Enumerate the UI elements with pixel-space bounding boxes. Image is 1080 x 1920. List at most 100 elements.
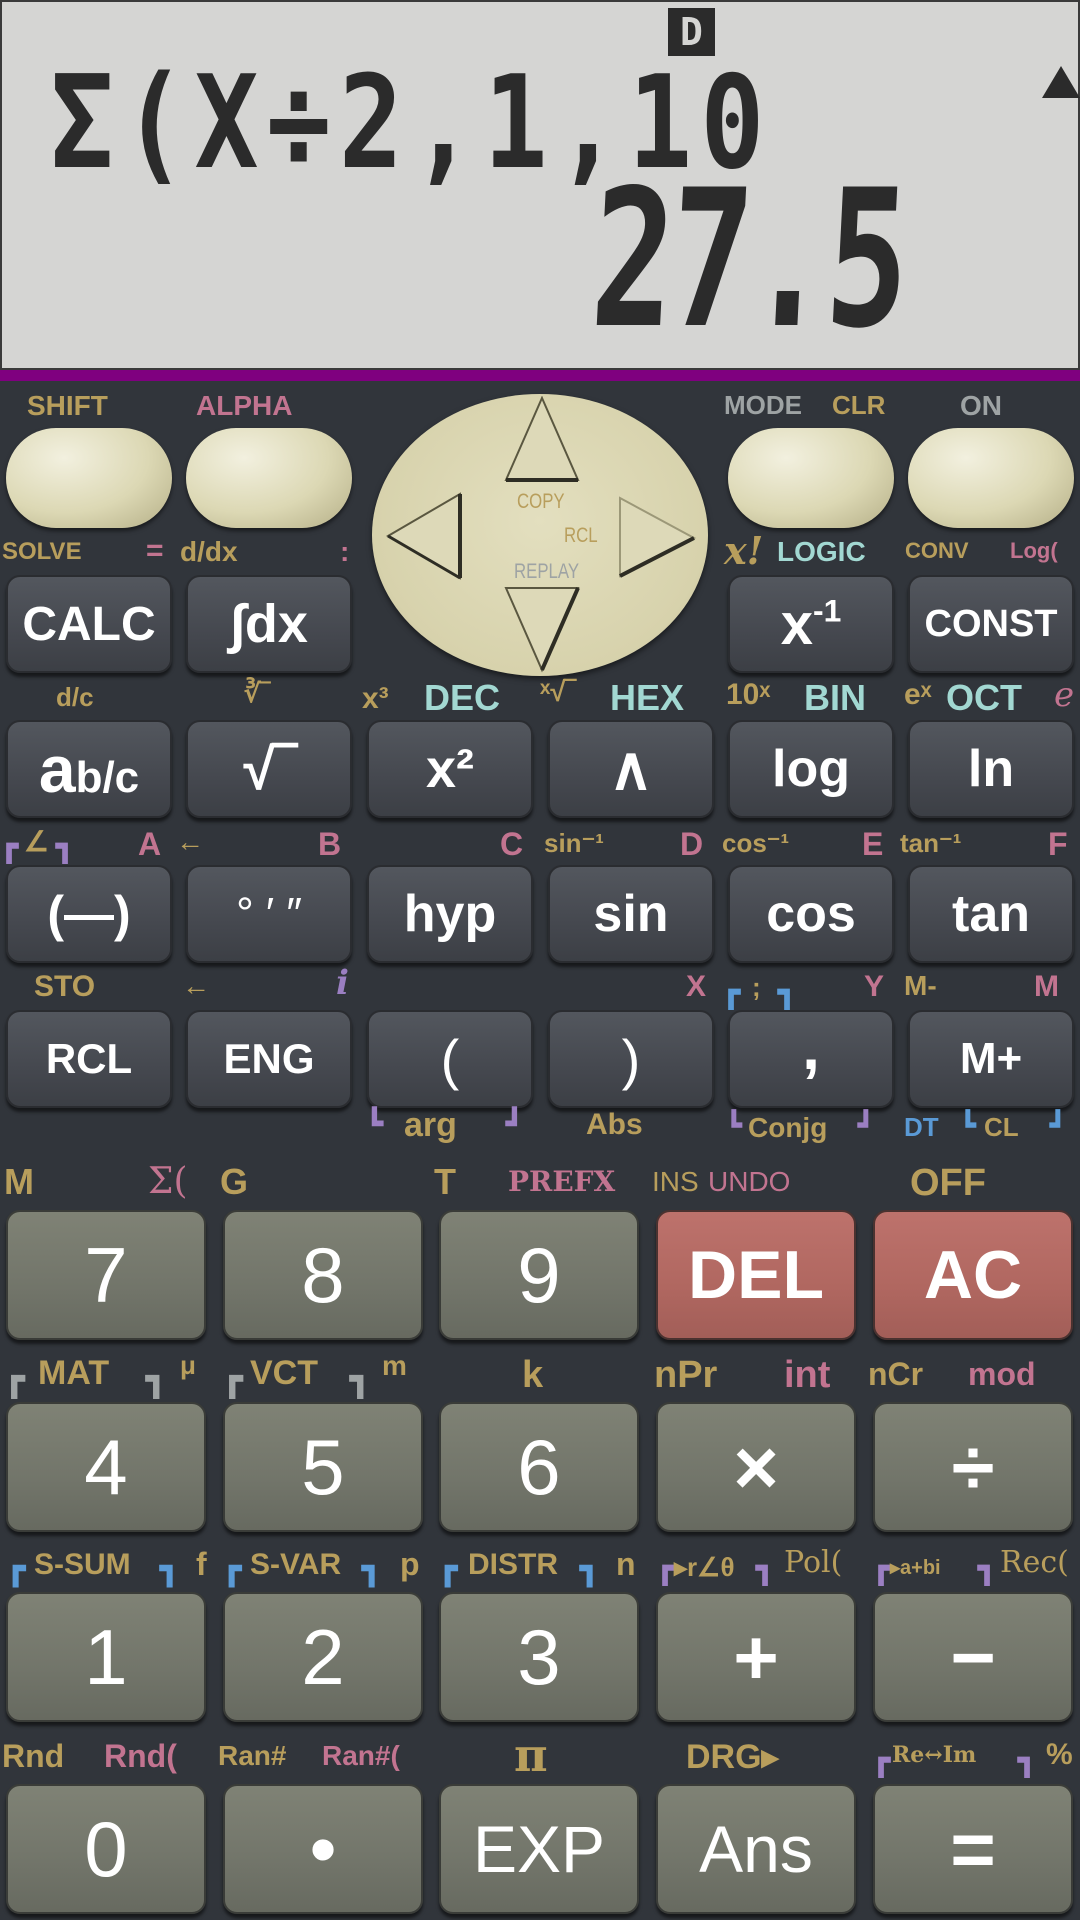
down-arrow-button[interactable] xyxy=(502,584,582,674)
asin-label: sin⁻¹ xyxy=(544,828,604,858)
square-button[interactable]: x² xyxy=(367,720,533,818)
left-paren-button[interactable]: ( xyxy=(367,1010,533,1108)
eng-button[interactable]: ENG xyxy=(186,1010,352,1108)
ten-power-label: 10ˣ xyxy=(726,678,771,711)
var-x-label: X xyxy=(686,970,707,1003)
imaginary-label: i xyxy=(336,963,349,1003)
int-label: int xyxy=(784,1354,831,1396)
replay-dpad: COPY RCL REPLAY xyxy=(372,394,708,676)
rcl-button[interactable]: RCL xyxy=(6,1010,172,1108)
delete-button[interactable]: DEL xyxy=(656,1210,856,1340)
digit-2-label: 2 xyxy=(301,1612,345,1701)
reim-bracket-right: ┓ xyxy=(1018,1744,1037,1777)
ln-button[interactable]: ln xyxy=(908,720,1074,818)
var-b-label: B xyxy=(318,826,342,862)
degrees-minutes-seconds-button[interactable]: ° ′ ″ xyxy=(186,865,352,963)
left-arrow-button[interactable] xyxy=(384,490,464,582)
pico-label: p xyxy=(400,1546,420,1582)
conv-label: CONV xyxy=(905,538,969,563)
digit-5-button[interactable]: 5 xyxy=(223,1402,423,1532)
cl-bracket-right: ┛ xyxy=(1050,1110,1066,1140)
conjg-bracket-right: ┛ xyxy=(858,1110,874,1140)
rec-label: Rec( xyxy=(1000,1545,1069,1580)
decimal-point-label: • xyxy=(309,1804,337,1893)
digit-8-button[interactable]: 8 xyxy=(223,1210,423,1340)
angle-bracket-left: ┏ xyxy=(0,830,19,863)
semicolon-bracket-right: ┓ xyxy=(778,976,797,1009)
copy-label: COPY xyxy=(517,490,565,513)
right-arrow-button[interactable] xyxy=(616,494,698,580)
alpha-button[interactable] xyxy=(186,428,352,528)
mode-label: MODE xyxy=(724,390,802,420)
power-button[interactable]: ∧ xyxy=(548,720,714,818)
micro-label: μ xyxy=(180,1350,196,1380)
equals-button[interactable]: = xyxy=(873,1784,1073,1914)
digit-6-button[interactable]: 6 xyxy=(439,1402,639,1532)
drg-label: DRG▸ xyxy=(686,1738,779,1776)
sin-button[interactable]: sin xyxy=(548,865,714,963)
inverse-button[interactable]: x-1 xyxy=(728,575,894,673)
on-label: ON xyxy=(960,390,1002,421)
shift-button[interactable] xyxy=(6,428,172,528)
digit-9-button[interactable]: 9 xyxy=(439,1210,639,1340)
up-arrow-button[interactable] xyxy=(502,396,582,484)
right-paren-button[interactable]: ) xyxy=(548,1010,714,1108)
plus-button[interactable]: + xyxy=(656,1592,856,1722)
multiply-button[interactable]: × xyxy=(656,1402,856,1532)
digit-0-label: 0 xyxy=(84,1804,128,1893)
mat-bracket-left: ┏ xyxy=(4,1360,25,1398)
mode-button[interactable] xyxy=(728,428,894,528)
sqrt-label: √‾ xyxy=(243,736,295,802)
integral-button[interactable]: ∫dx xyxy=(186,575,352,673)
euler-label: e xyxy=(1054,675,1075,715)
on-button[interactable] xyxy=(908,428,1074,528)
cos-button[interactable]: cos xyxy=(728,865,894,963)
arg-label: arg xyxy=(404,1106,457,1144)
hyp-button[interactable]: hyp xyxy=(367,865,533,963)
log-button[interactable]: log xyxy=(728,720,894,818)
arg-bracket-left: ┗ xyxy=(366,1108,383,1139)
mat-label: MAT xyxy=(38,1354,110,1392)
minus-button[interactable]: − xyxy=(873,1592,1073,1722)
cube-root-label: ∛‾ xyxy=(244,678,270,708)
e-power-label: eˣ xyxy=(904,678,932,711)
digit-0-button[interactable]: 0 xyxy=(6,1784,206,1914)
cl-label: CL xyxy=(984,1112,1019,1142)
exp-button[interactable]: EXP xyxy=(439,1784,639,1914)
ins-label: INS xyxy=(652,1166,699,1197)
digit-2-button[interactable]: 2 xyxy=(223,1592,423,1722)
ans-button[interactable]: Ans xyxy=(656,1784,856,1914)
digit-4-button[interactable]: 4 xyxy=(6,1402,206,1532)
reim-bracket-left: ┏ xyxy=(872,1744,891,1777)
sqrt-button[interactable]: √‾ xyxy=(186,720,352,818)
var-e-label: E xyxy=(862,826,884,862)
ln-label: ln xyxy=(967,740,1015,798)
digit-1-button[interactable]: 1 xyxy=(6,1592,206,1722)
digit-7-button[interactable]: 7 xyxy=(6,1210,206,1340)
digit-7-label: 7 xyxy=(84,1230,128,1319)
angle-bracket-right: ┓ xyxy=(56,830,75,863)
m-plus-label: M+ xyxy=(959,1034,1023,1083)
digit-3-button[interactable]: 3 xyxy=(439,1592,639,1722)
rcl-dpad-label: RCL xyxy=(564,524,598,547)
negative-button[interactable]: (—) xyxy=(6,865,172,963)
left-arrow-label-2: ← xyxy=(182,970,210,1001)
comma-button[interactable]: , xyxy=(728,1010,894,1108)
all-clear-button[interactable]: AC xyxy=(873,1210,1073,1340)
polar-bracket-right: ┓ xyxy=(756,1552,775,1585)
m-plus-button[interactable]: M+ xyxy=(908,1010,1074,1108)
ssum-bracket-left: ┏ xyxy=(6,1550,26,1586)
tan-button[interactable]: tan xyxy=(908,865,1074,963)
factorial-label: x! xyxy=(724,528,764,573)
decimal-point-button[interactable]: • xyxy=(223,1784,423,1914)
clr-label: CLR xyxy=(832,390,886,420)
calc-button[interactable]: CALC xyxy=(6,575,172,673)
digit-5-label: 5 xyxy=(301,1422,345,1511)
fraction-button[interactable]: ab/c xyxy=(6,720,172,818)
left-paren-label: ( xyxy=(440,1027,460,1091)
const-button[interactable]: CONST xyxy=(908,575,1074,673)
power-label: ∧ xyxy=(609,735,653,802)
digit-4-label: 4 xyxy=(84,1422,128,1511)
dc-label: d/c xyxy=(56,682,94,712)
divide-button[interactable]: ÷ xyxy=(873,1402,1073,1532)
